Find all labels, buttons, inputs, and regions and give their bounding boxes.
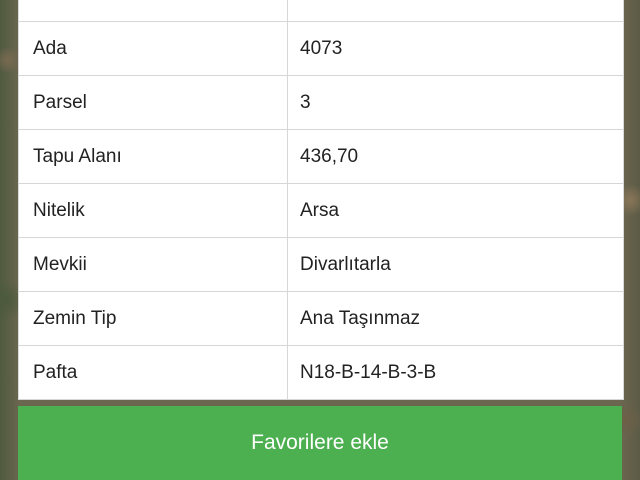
table-row: Pafta N18-B-14-B-3-B — [19, 346, 623, 400]
table-row: Ada 4073 — [19, 22, 623, 76]
row-label: Zemin Tip — [19, 292, 288, 345]
row-label: Pafta — [19, 346, 288, 399]
row-label: Parsel — [19, 76, 288, 129]
row-value: 3 — [300, 91, 311, 113]
row-value: Arsa — [300, 199, 340, 221]
parcel-details-table: Mahalle No 12229 Ada 4073 Parsel 3 Tapu … — [18, 0, 624, 400]
row-label: Mahalle No — [19, 0, 288, 21]
row-value: 436,70 — [300, 145, 359, 167]
table-row: Nitelik Arsa — [19, 184, 623, 238]
row-label: Tapu Alanı — [19, 130, 288, 183]
row-label: Ada — [19, 22, 288, 75]
row-value: Ana Taşınmaz — [300, 307, 421, 329]
table-row: Tapu Alanı 436,70 — [19, 130, 623, 184]
table-row: Mevkii Divarlıtarla — [19, 238, 623, 292]
row-value: 4073 — [300, 37, 343, 59]
table-row: Zemin Tip Ana Taşınmaz — [19, 292, 623, 346]
row-value: N18-B-14-B-3-B — [300, 361, 437, 383]
row-label: Nitelik — [19, 184, 288, 237]
row-value: 12229 — [288, 0, 623, 21]
row-value: Divarlıtarla — [300, 253, 391, 275]
row-label: Mevkii — [19, 238, 288, 291]
table-row: Mahalle No 12229 — [19, 0, 623, 22]
table-row: Parsel 3 — [19, 76, 623, 130]
add-to-favorites-button[interactable]: Favorilere ekle — [18, 406, 622, 480]
